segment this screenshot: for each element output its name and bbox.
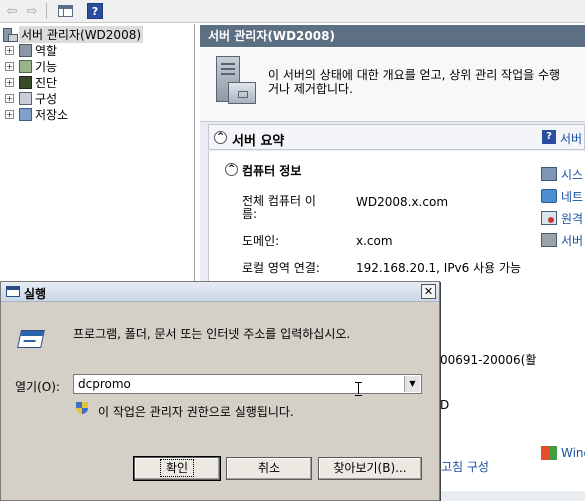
open-label: 열기(O): [15,380,60,394]
ok-button-label: 확인 [159,459,195,477]
tree-root-label: 서버 관리자(WD2008) [19,26,144,43]
windows-update-icon [541,446,557,460]
browse-button[interactable]: 찾아보기(B)... [318,457,422,480]
roles-icon [19,44,32,57]
action-windows-update[interactable]: Wind [541,444,585,462]
configure-link[interactable]: 고침 구성 [441,458,489,475]
admin-note: 이 작업은 관리자 권한으로 실행됩니다. [98,405,294,419]
intro-line: 거나 제거합니다. [268,82,353,96]
dropdown-arrow-icon[interactable]: ▼ [404,376,420,392]
help-icon[interactable]: ? [87,3,103,19]
action-network-connections[interactable]: 네트 [541,187,583,205]
full-computer-name-label: 전체 컴퓨터 이 름: [242,194,316,221]
run-dialog: 실행 ✕ 프로그램, 폴더, 문서 또는 인터넷 주소를 입력하십시오. 열기(… [0,281,440,501]
tree-item-label: 구성 [35,92,58,106]
run-icon [6,286,20,297]
domain-value: x.com [356,234,393,248]
tree-item-diagnostics[interactable]: + 진단 [5,75,57,90]
text-cursor-icon [354,381,363,396]
features-icon [19,60,32,73]
remote-desktop-icon [541,211,557,225]
help-icon[interactable]: ? [542,130,556,144]
server-icon [2,28,18,42]
tree-item-roles[interactable]: + 역할 [5,43,57,58]
intro-text: 이 서버의 상태에 대한 개요를 얻고, 상위 관리 작업을 수행 거나 제거합… [268,68,560,96]
tree-item-label: 저장소 [35,108,69,122]
server-manager-icon [541,233,557,247]
dialog-message: 프로그램, 폴더, 문서 또는 인터넷 주소를 입력하십시오. [73,327,351,341]
expand-icon[interactable]: + [5,78,14,87]
run-program-icon [15,330,47,352]
partial-value: D [440,398,450,412]
run-dialog-titlebar[interactable]: 실행 ✕ [1,282,439,302]
tree-root-server-manager[interactable]: 서버 관리자(WD2008) [2,26,144,43]
network-connections-icon [541,189,557,203]
expand-icon[interactable]: + [5,62,14,71]
server-summary-header[interactable]: ^ 서버 요약 ? 서버 [208,124,585,150]
tree-item-configuration[interactable]: + 구성 [5,91,57,106]
uac-shield-icon [74,401,90,417]
tree-item-label: 기능 [35,60,58,74]
tree-item-label: 진단 [35,76,58,90]
action-system-properties[interactable]: 시스 [541,165,583,183]
action-remote-desktop[interactable]: 원격 [541,209,583,227]
ok-button[interactable]: 확인 [134,457,220,480]
diagnostics-icon [19,76,32,89]
action-server-manager[interactable]: 서버 [541,231,583,249]
configuration-icon [19,92,32,105]
toolbar: ⇦ ⇨ ? [0,0,585,23]
collapse-icon[interactable]: ^ [225,163,238,176]
section-title: 컴퓨터 정보 [242,164,302,178]
storage-icon [19,108,32,121]
expand-icon[interactable]: + [5,94,14,103]
expand-icon[interactable]: + [5,46,14,55]
intro-banner: 이 서버의 상태에 대한 개요를 얻고, 상위 관리 작업을 수행 거나 제거합… [200,48,585,122]
show-hide-console-tree-icon[interactable] [55,2,75,20]
local-area-connection-label: 로컬 영역 연결: [242,261,320,275]
tree-item-label: 역할 [35,44,58,58]
forward-arrow-icon[interactable]: ⇨ [23,2,41,20]
full-computer-name-value: WD2008.x.com [356,195,449,209]
intro-line: 이 서버의 상태에 대한 개요를 얻고, 상위 관리 작업을 수행 [268,68,561,82]
back-arrow-icon[interactable]: ⇦ [3,2,21,20]
collapse-icon[interactable]: ^ [214,131,227,144]
cancel-button[interactable]: 취소 [226,457,312,480]
expand-icon[interactable]: + [5,110,14,119]
toolbar-separator [46,3,47,19]
server-manager-icon [212,56,258,108]
system-properties-icon [541,167,557,181]
close-button[interactable]: ✕ [421,284,436,299]
open-combobox[interactable]: dcpromo ▼ [73,374,422,396]
dialog-title: 실행 [24,287,47,301]
help-link[interactable]: 서버 [560,130,582,147]
tree-item-features[interactable]: + 기능 [5,59,57,74]
computer-info-header[interactable]: ^ 컴퓨터 정보 [209,159,529,179]
tree-item-storage[interactable]: + 저장소 [5,107,68,122]
product-id-value: 00691-20006(활 [440,353,537,367]
local-area-connection-value[interactable]: 192.168.20.1, IPv6 사용 가능 [356,262,521,275]
domain-label: 도메인: [242,234,280,248]
page-title: 서버 관리자(WD2008) [200,25,585,47]
section-title: 서버 요약 [232,134,285,149]
open-input[interactable]: dcpromo [78,377,131,391]
